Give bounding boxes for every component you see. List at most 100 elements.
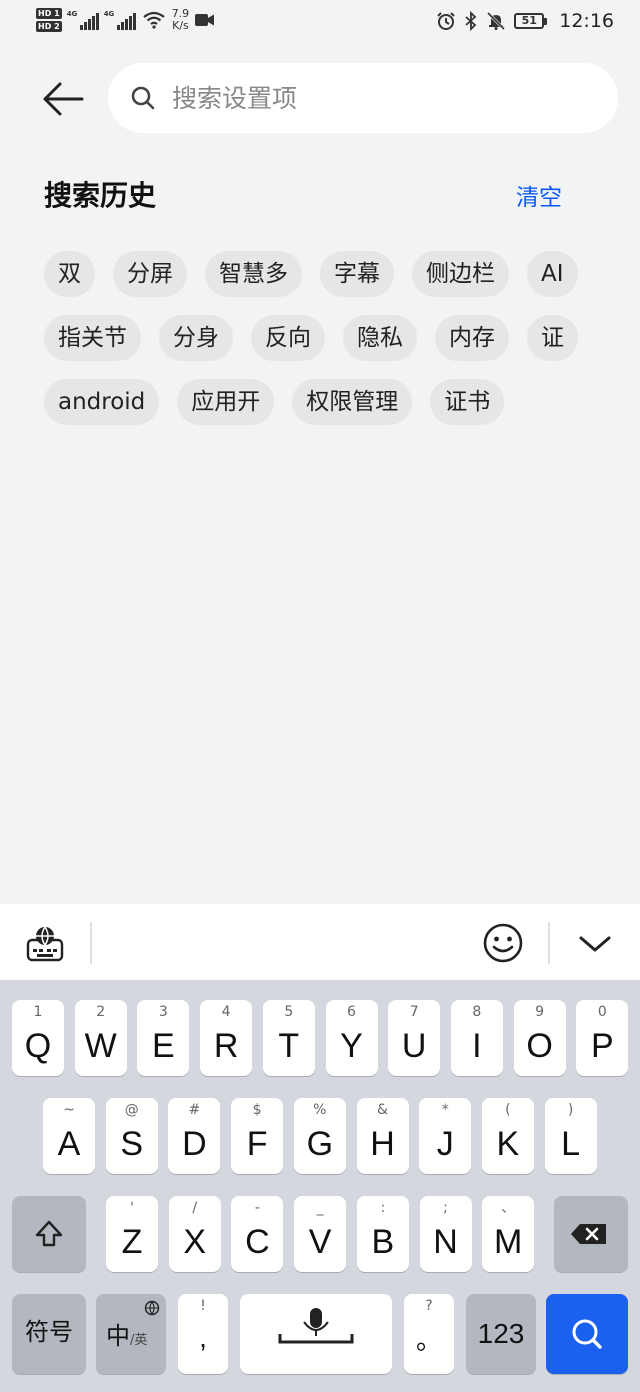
history-chip[interactable]: 应用开	[177, 379, 275, 425]
period-key[interactable]: ? 。	[404, 1294, 454, 1374]
key-p[interactable]: 0P	[576, 1000, 629, 1076]
key-k[interactable]: (K	[481, 1098, 534, 1174]
shift-key[interactable]	[12, 1196, 86, 1272]
key-g[interactable]: % G	[293, 1098, 346, 1174]
key-l[interactable]: ) L	[544, 1098, 597, 1174]
history-chip[interactable]: AI	[527, 251, 578, 297]
history-chip[interactable]: 侧边栏	[412, 251, 509, 297]
key-w[interactable]: 2W	[74, 1000, 127, 1076]
history-chip[interactable]: 证书	[430, 379, 505, 425]
key-hint: ;	[443, 1200, 448, 1216]
key-t[interactable]: 5T	[262, 1000, 315, 1076]
key-label: G	[306, 1125, 334, 1163]
chip-row: android 应用开 权限管理 证书	[44, 379, 604, 425]
key-e[interactable]: 3E	[137, 1000, 190, 1076]
network-speed: 7.9 K/s	[171, 7, 190, 32]
history-chip[interactable]: 反向	[251, 315, 325, 361]
key-v[interactable]: _ V	[294, 1196, 347, 1272]
key-label: B	[371, 1223, 395, 1261]
status-left: HD 1 HD 2 4G 4G 7.9 K/s	[36, 8, 215, 32]
key-hint: 5	[284, 1004, 294, 1020]
key-hint: 9	[535, 1004, 545, 1020]
key-h[interactable]: & H	[356, 1098, 409, 1174]
history-chip[interactable]: 证	[527, 315, 578, 361]
key-o[interactable]: 9O	[513, 1000, 566, 1076]
comma-key[interactable]: ! ,	[178, 1294, 228, 1374]
history-chip[interactable]: 内存	[435, 315, 509, 361]
keyboard-settings-button[interactable]	[26, 924, 64, 962]
history-chip[interactable]: android	[44, 379, 160, 425]
clock: 12:16	[559, 10, 614, 32]
key-x[interactable]: / X	[168, 1196, 221, 1272]
smiley-icon	[483, 923, 523, 963]
key-u[interactable]: 7U	[388, 1000, 441, 1076]
key-label: Q	[24, 1027, 52, 1065]
key-label: A	[57, 1125, 81, 1163]
hd2-badge: HD 2	[36, 21, 62, 32]
mute-bell-icon	[487, 11, 506, 31]
key-label: J	[436, 1125, 454, 1163]
back-button[interactable]	[38, 76, 88, 122]
history-chip[interactable]: 双	[44, 251, 95, 297]
key-hint: @	[124, 1102, 139, 1118]
key-hint: _	[316, 1200, 324, 1216]
wifi-icon	[143, 11, 165, 29]
key-c[interactable]: -C	[231, 1196, 284, 1272]
numbers-key[interactable]: 123	[466, 1294, 536, 1374]
key-hint: -	[254, 1200, 260, 1216]
language-label: 中/英	[106, 1322, 148, 1350]
key-label: P	[590, 1027, 614, 1065]
search-input[interactable]	[170, 82, 594, 114]
space-key[interactable]	[240, 1294, 392, 1374]
key-hint: ~	[63, 1102, 75, 1118]
hide-keyboard-button[interactable]	[578, 930, 612, 956]
emoji-button[interactable]	[482, 922, 524, 964]
search-key[interactable]	[546, 1294, 628, 1374]
key-hint: 8	[472, 1004, 482, 1020]
key-r[interactable]: 4R	[200, 1000, 253, 1076]
key-i[interactable]: 8I	[450, 1000, 503, 1076]
history-chip[interactable]: 分身	[159, 315, 233, 361]
key-b[interactable]: :B	[356, 1196, 409, 1272]
history-chip[interactable]: 字幕	[320, 251, 394, 297]
key-d[interactable]: # D	[168, 1098, 221, 1174]
key-hint: :	[380, 1200, 386, 1216]
backspace-icon	[571, 1224, 606, 1244]
key-hint: 4	[221, 1004, 231, 1020]
key-hint: *	[441, 1102, 449, 1118]
history-chip[interactable]: 分屏	[113, 251, 187, 297]
language-switch-key[interactable]: 中/英	[96, 1294, 166, 1374]
microphone-icon	[278, 1308, 354, 1344]
key-hint: 0	[597, 1004, 607, 1020]
key-hint: 7	[409, 1004, 419, 1020]
history-chip[interactable]: 权限管理	[292, 379, 413, 425]
history-chips: 双分屏 智慧多 字幕 侧边栏 AI 指关节 分身 反向 隐私 内存证 android 应用开 权限管理证…	[44, 251, 604, 443]
back-arrow-icon	[43, 82, 84, 116]
chevron-down-icon	[579, 936, 611, 952]
symbols-key[interactable]: 符号	[12, 1294, 86, 1374]
key-a[interactable]: ~ A	[43, 1098, 95, 1174]
key-f[interactable]: $ F	[231, 1098, 284, 1174]
key-label: E	[152, 1027, 175, 1065]
key-label: T	[278, 1027, 300, 1065]
search-icon	[131, 86, 155, 110]
clear-history-button[interactable]: 清空	[516, 178, 562, 212]
history-chip[interactable]: 指关节	[44, 315, 141, 361]
signal-icon: 4G	[67, 10, 99, 30]
search-bar[interactable]	[108, 63, 618, 133]
key-m[interactable]: 、 M	[482, 1196, 535, 1272]
backspace-key[interactable]	[554, 1196, 628, 1272]
key-n[interactable]: ; N	[419, 1196, 472, 1272]
key-j[interactable]: * J	[419, 1098, 472, 1174]
history-chip[interactable]: 隐私	[343, 315, 417, 361]
history-chip[interactable]: 智慧多	[205, 251, 302, 297]
key-label: X	[183, 1223, 207, 1261]
key-hint: (	[505, 1102, 511, 1118]
key-q[interactable]: 1Q	[12, 1000, 64, 1076]
key-s[interactable]: @ S	[105, 1098, 158, 1174]
key-z[interactable]: ' Z	[106, 1196, 158, 1272]
search-history-title: 搜索历史	[44, 179, 157, 212]
key-y[interactable]: 6Y	[325, 1000, 378, 1076]
key-hint: )	[567, 1102, 574, 1118]
battery-icon: 51	[514, 13, 548, 29]
